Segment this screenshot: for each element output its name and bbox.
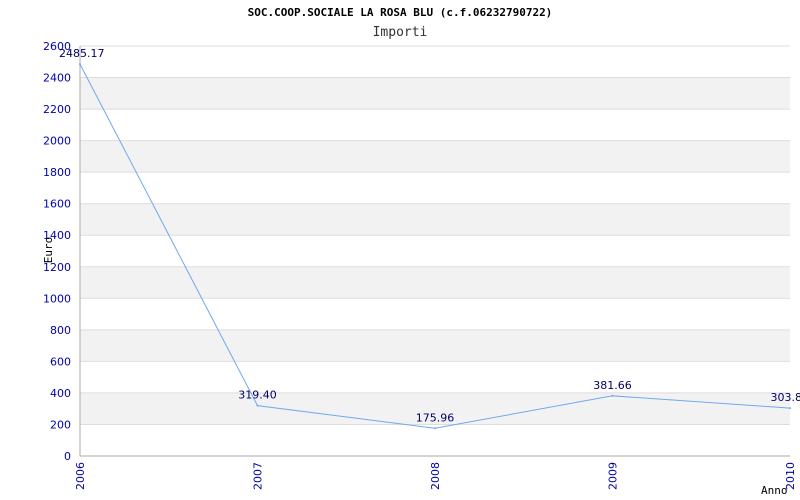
x-tick-label: 2008: [429, 462, 442, 490]
x-tick-label: 2007: [252, 462, 265, 490]
y-tick-label: 200: [50, 418, 71, 431]
data-label: 303.8: [771, 391, 800, 404]
y-tick-label: 2400: [43, 72, 71, 85]
grid-band: [80, 203, 790, 236]
data-point: [79, 63, 81, 66]
y-tick-label: 1000: [43, 292, 71, 305]
y-tick-label: 0: [64, 450, 71, 463]
x-axis-label: Anno: [761, 484, 788, 497]
data-label: 319.40: [238, 389, 277, 402]
grid-band: [80, 329, 790, 362]
line-chart: 0200400600800100012001400160018002000220…: [42, 40, 800, 497]
y-tick-label: 600: [50, 355, 71, 368]
data-label: 381.66: [593, 379, 632, 392]
y-tick-label: 800: [50, 324, 71, 337]
grid-bands: [80, 77, 790, 425]
x-tick-label: 2006: [74, 462, 87, 490]
y-tick-label: 400: [50, 387, 71, 400]
data-point: [611, 394, 614, 397]
data-point: [434, 427, 436, 430]
grid-band: [80, 140, 790, 173]
data-point: [789, 407, 791, 410]
x-tick-label: 2009: [607, 462, 620, 490]
y-tick-label: 2200: [43, 103, 71, 116]
data-label: 175.96: [416, 411, 455, 424]
series-euro: [79, 63, 791, 430]
y-axis-label: Euro: [42, 237, 55, 264]
y-tick-label: 1800: [43, 166, 71, 179]
y-tick-label: 1600: [43, 198, 71, 211]
grid-band: [80, 266, 790, 299]
data-label: 2485.17: [59, 47, 105, 60]
y-tick-label: 2000: [43, 135, 71, 148]
grid-band: [80, 77, 790, 110]
series-line: [79, 63, 791, 429]
data-point: [256, 404, 259, 407]
x-axis-ticks: 2006 2007 2008 2009 2010: [74, 462, 797, 490]
